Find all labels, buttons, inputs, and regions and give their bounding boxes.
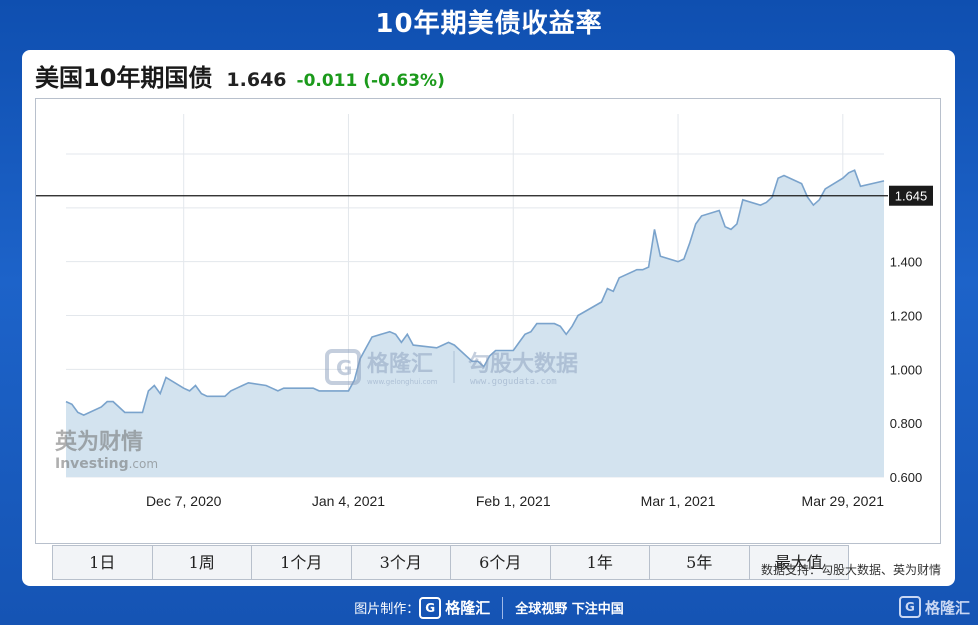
footer-brand: 格隆汇 [445,599,491,617]
y-axis: 0.600 0.800 1.000 1.200 1.400 [890,255,923,485]
corner-brand: 格隆汇 [924,598,970,617]
y-tick-label: 0.600 [890,470,923,485]
watermark-investing: Investing.com [55,456,158,472]
y-tick-label: 1.000 [890,362,923,377]
instrument-title: 美国10年期国债 [35,64,213,92]
range-3m-button[interactable]: 3个月 [351,546,451,579]
gelonghui-logo-icon: G [419,596,442,619]
price-change: -0.011 (-0.63%) [296,71,445,91]
chart-frame: 1.645 0.600 0.800 1.000 1.200 1.400 Dec 7, 2… [35,98,941,544]
corner-logo: G 格隆汇 [898,596,970,618]
range-6m-button[interactable]: 6个月 [451,546,551,579]
y-tick-label: 0.800 [890,416,923,431]
investing-watermark: 英为财情 Investing.com [55,429,158,472]
x-tick-label: Feb 1, 2021 [476,493,551,509]
gelonghui-corner-icon: G [898,596,921,618]
watermark-ggh: 格隆汇 [367,351,433,377]
watermark-ying: 英为财情 [55,429,143,455]
time-range-selector: 1日 1周 1个月 3个月 6个月 1年 5年 最大值 [52,545,849,580]
range-1y-button[interactable]: 1年 [550,546,650,579]
watermark-gogu: 勾股大数据 [468,351,578,377]
footer-made-by: 图片制作： [354,602,420,617]
footer-divider [502,596,504,619]
watermark-ggh-url: www.gelonghui.com [367,378,438,386]
last-value-label: 1.645 [895,189,928,204]
x-tick-label: Mar 1, 2021 [641,493,716,509]
yield-chart: 1.645 0.600 0.800 1.000 1.200 1.400 Dec 7, 2… [36,114,933,509]
footer: 图片制作： G 格隆汇 全球视野 下注中国 [0,590,978,625]
data-source: 数据支持：勾股大数据、英为财情 [760,563,941,577]
x-tick-label: Mar 29, 2021 [802,493,885,509]
range-1m-button[interactable]: 1个月 [252,546,352,579]
chart-header: 美国10年期国债 1.646 -0.011 (-0.63%) [35,58,445,94]
chart-card: 美国10年期国债 1.646 -0.011 (-0.63%) 1.645 0.6… [22,50,955,586]
footer-slogan: 全球视野 下注中国 [515,602,624,617]
price-value: 1.646 [226,69,287,91]
range-1d-button[interactable]: 1日 [53,546,153,579]
x-tick-label: Dec 7, 2020 [146,493,222,509]
x-tick-label: Jan 4, 2021 [312,493,385,509]
y-tick-label: 1.200 [890,309,923,324]
range-5y-button[interactable]: 5年 [650,546,750,579]
x-axis: Dec 7, 2020 Jan 4, 2021 Feb 1, 2021 Mar 1, … [146,493,884,509]
banner-title: 10年期美债收益率 [375,9,603,39]
range-1w-button[interactable]: 1周 [152,546,252,579]
gelonghui-logo-letter: G [336,356,352,380]
series-area [66,170,884,477]
y-tick-label: 1.400 [890,255,923,270]
watermark-gogu-url: www.gogudata.com [470,377,557,387]
